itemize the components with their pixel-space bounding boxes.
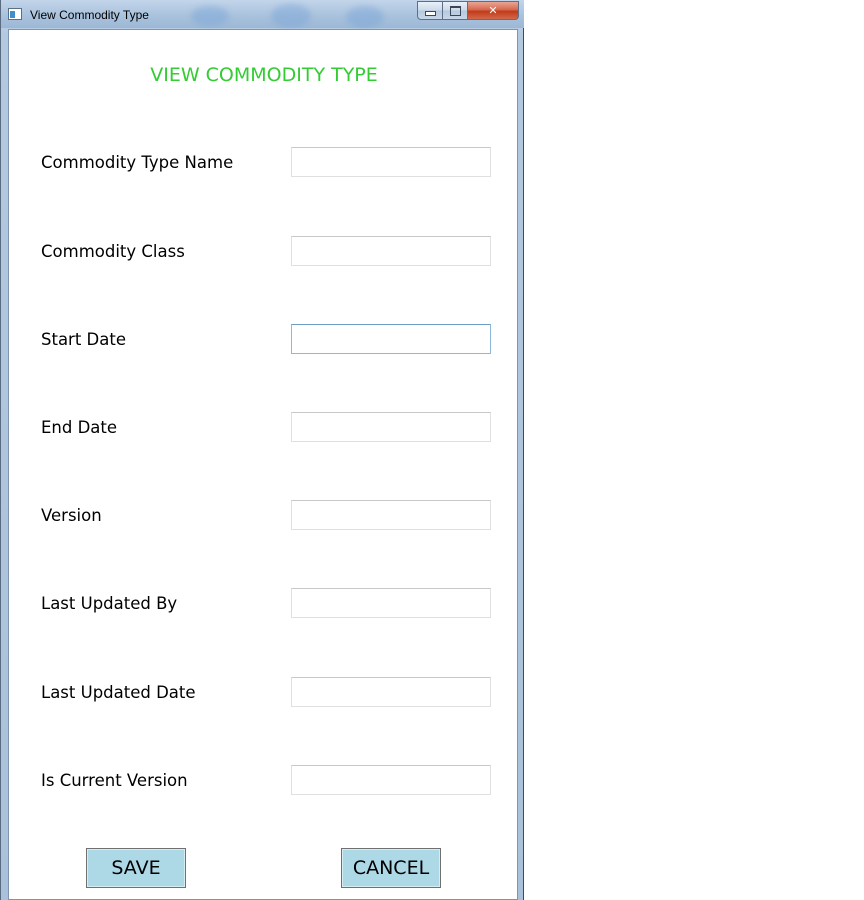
- end-date-label: End Date: [41, 418, 118, 437]
- maximize-button[interactable]: [443, 1, 468, 20]
- is-current-version-field[interactable]: [291, 765, 491, 795]
- last-updated-by-field[interactable]: [291, 588, 491, 618]
- last-updated-by-label: Last Updated By: [41, 594, 178, 613]
- maximize-icon: [449, 5, 461, 16]
- start-date-label: Start Date: [41, 330, 126, 349]
- titlebar-glass-decoration: [271, 4, 311, 28]
- save-button[interactable]: SAVE: [86, 848, 186, 888]
- cancel-button[interactable]: CANCEL: [341, 848, 441, 888]
- title-bar[interactable]: View Commodity Type ✕: [1, 0, 524, 28]
- window-title: View Commodity Type: [30, 8, 149, 22]
- last-updated-date-label: Last Updated Date: [41, 683, 196, 702]
- end-date-field[interactable]: [291, 412, 491, 442]
- app-window-icon: [8, 8, 22, 20]
- version-field[interactable]: [291, 500, 491, 530]
- is-current-version-label: Is Current Version: [41, 771, 188, 790]
- caption-buttons: ✕: [417, 1, 519, 20]
- last-updated-date-field[interactable]: [291, 677, 491, 707]
- app-window: View Commodity Type ✕ VIEW COMMODITY TYP…: [0, 0, 524, 900]
- commodity-type-name-label: Commodity Type Name: [41, 153, 234, 172]
- form-panel: VIEW COMMODITY TYPE Commodity Type Name …: [8, 29, 518, 900]
- titlebar-glass-decoration: [191, 6, 229, 26]
- version-label: Version: [41, 506, 102, 525]
- close-icon: ✕: [488, 4, 498, 17]
- commodity-class-label: Commodity Class: [41, 242, 185, 261]
- minimize-icon: [424, 11, 436, 16]
- close-button[interactable]: ✕: [468, 1, 519, 20]
- commodity-type-name-field[interactable]: [291, 147, 491, 177]
- minimize-button[interactable]: [417, 1, 443, 20]
- page-title: VIEW COMMODITY TYPE: [150, 64, 378, 86]
- titlebar-glass-decoration: [346, 6, 384, 28]
- commodity-class-field[interactable]: [291, 236, 491, 266]
- start-date-field[interactable]: [291, 324, 491, 354]
